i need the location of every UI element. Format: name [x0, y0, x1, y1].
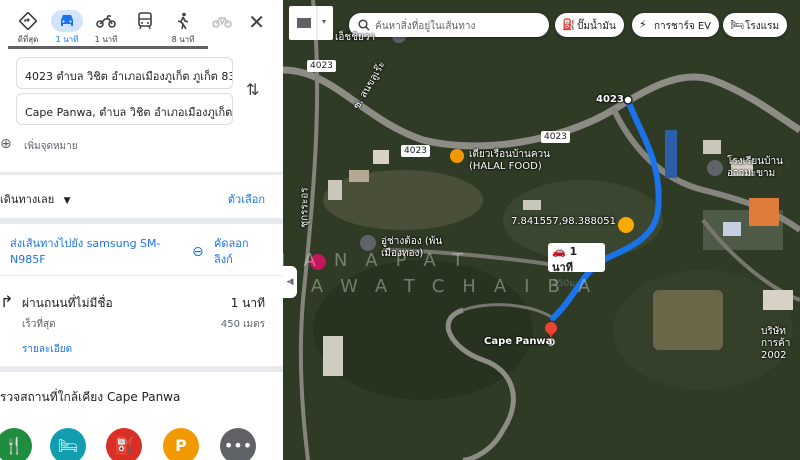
- close-icon[interactable]: ✕: [248, 10, 265, 34]
- chip-gas-station[interactable]: ⛽ ปั๊มน้ำมัน: [555, 13, 624, 37]
- chip-gas-label: ปั๊มน้ำมัน: [577, 21, 616, 32]
- dropdown-arrow-icon: ▼: [63, 196, 71, 206]
- swap-icon[interactable]: ⇅: [246, 80, 259, 99]
- satellite-map[interactable]: ค้นหาสิ่งที่อยู่ในเส้นทาง ⛽ ปั๊มน้ำมัน ⚡…: [283, 0, 800, 460]
- map-search-input[interactable]: ค้นหาสิ่งที่อยู่ในเส้นทาง: [349, 13, 549, 37]
- car-icon: [51, 10, 83, 32]
- plus-icon: ⊕: [0, 136, 12, 152]
- chip-hotels-label: โรงแรม: [745, 21, 780, 32]
- divider: [0, 218, 283, 224]
- route-time-callout[interactable]: 🚗 1 นาที 450ม: [548, 243, 605, 289]
- mode-walking-label: 8 นาที: [171, 35, 195, 44]
- mode-scroll-indicator: [8, 46, 208, 49]
- poi-school-label[interactable]: โรงเรียนบ้าน อ่าวมะขาม: [727, 156, 797, 180]
- depart-label: เดินทางเลย: [0, 193, 55, 206]
- mode-transit[interactable]: [125, 10, 165, 33]
- motorcycle-icon: [93, 10, 119, 32]
- mode-motorcycle-label: 1 นาที: [94, 35, 118, 44]
- coordinates-label: 7.841557,98.388051: [511, 216, 616, 227]
- mode-motorcycle[interactable]: 1 นาที: [86, 10, 126, 46]
- car-icon: 🚗: [552, 245, 566, 258]
- poi-restaurant-label[interactable]: เตียวเรือนบ้านควน (HALAL FOOD): [469, 149, 569, 173]
- destination-map-label[interactable]: Cape Panwa: [484, 336, 552, 347]
- route-distance: 450 เมตร: [220, 319, 265, 330]
- road-tag-4023-right: 4023: [541, 131, 570, 143]
- divider: [0, 275, 283, 276]
- route-subtitle: เร็วที่สุด: [22, 319, 56, 330]
- gas-pump-icon: ⛽: [562, 18, 576, 31]
- copy-link-label: คัดลอกลิงก์: [214, 237, 249, 266]
- restaurant-icon[interactable]: 🍴: [0, 428, 32, 460]
- mode-best[interactable]: ดีที่สุด: [8, 10, 48, 46]
- watermark-line-2: WORAWATCHAIBA: [283, 276, 609, 297]
- poi-left-label: ชุกรระอร: [299, 187, 311, 228]
- send-to-device-link[interactable]: ส่งเส้นทางไปยัง samsung SM-N985F: [10, 236, 170, 268]
- explore-nearby-title: รวจสถานที่ใกล้เคียง Cape Panwa: [0, 390, 181, 404]
- add-destination-label: เพิ่มจุดหมาย: [24, 141, 78, 152]
- depart-now-dropdown[interactable]: เดินทางเลย ▼: [0, 190, 71, 208]
- divider: [0, 172, 283, 175]
- poi-company-label[interactable]: บริษัท การค้า 2002: [761, 326, 800, 362]
- road-tag-4023-left: 4023: [307, 60, 336, 72]
- mode-car[interactable]: 1 นาที: [47, 10, 87, 46]
- mode-bicycle[interactable]: [202, 10, 242, 33]
- origin-field[interactable]: 4023 ตำบล วิชิต อำเภอเมืองภูเก็ต ภูเก็ต …: [16, 57, 233, 89]
- map-imagery: [283, 0, 800, 460]
- map-search-placeholder: ค้นหาสิ่งที่อยู่ในเส้นทาง: [375, 21, 476, 32]
- watermark-line-1: THANAPAT: [283, 250, 482, 271]
- travel-modes: ดีที่สุด 1 นาที 1 นาที 8 นาที: [0, 8, 283, 48]
- road-tag-4023-mid: 4023: [401, 145, 430, 157]
- mode-walking[interactable]: 8 นาที: [163, 10, 203, 46]
- route-turn-icon: ↱: [0, 292, 14, 311]
- chip-hotels[interactable]: 🛏 โรงแรม: [723, 13, 788, 37]
- map-layers-button[interactable]: [289, 6, 333, 40]
- route-start-road-label: 4023: [596, 94, 624, 105]
- options-button[interactable]: ตัวเลือก: [228, 190, 265, 208]
- add-destination[interactable]: ⊕ เพิ่มจุดหมาย: [0, 136, 283, 156]
- more-icon[interactable]: •••: [220, 428, 256, 460]
- hotel-icon[interactable]: 🛏: [50, 428, 86, 460]
- divider: [0, 366, 283, 372]
- gas-station-icon[interactable]: ⛽: [106, 428, 142, 460]
- chip-ev-label: การชาร์จ EV: [654, 21, 712, 32]
- bicycle-icon: [209, 10, 235, 32]
- copy-link-button[interactable]: ⊖ คัดลอกลิงก์: [192, 236, 254, 268]
- ev-charging-icon: ⚡: [639, 18, 647, 31]
- route-name[interactable]: ผ่านถนนที่ไม่มีชื่อ: [22, 294, 113, 313]
- mode-best-label: ดีที่สุด: [17, 35, 39, 44]
- hotel-bed-icon: 🛏: [730, 18, 744, 31]
- poi-label-top: เอ็ชชิยวา: [335, 32, 376, 43]
- diamond-directions-icon: [15, 10, 41, 32]
- directions-panel: ดีที่สุด 1 นาที 1 นาที 8 นาที ✕ 4023 ตำบ…: [0, 0, 283, 460]
- transit-icon: [132, 10, 158, 32]
- walking-icon: [170, 10, 196, 32]
- route-time: 1 นาที: [230, 296, 265, 310]
- details-link[interactable]: รายละเอียด: [22, 342, 72, 357]
- link-icon: ⊖: [192, 244, 204, 260]
- destination-field[interactable]: Cape Panwa, ตำบล วิชิต อำเภอเมืองภูเก็ต …: [16, 93, 233, 125]
- chip-ev-charging[interactable]: ⚡ การชาร์จ EV: [632, 13, 720, 37]
- mode-car-label: 1 นาที: [55, 35, 79, 44]
- parking-icon[interactable]: P: [163, 428, 199, 460]
